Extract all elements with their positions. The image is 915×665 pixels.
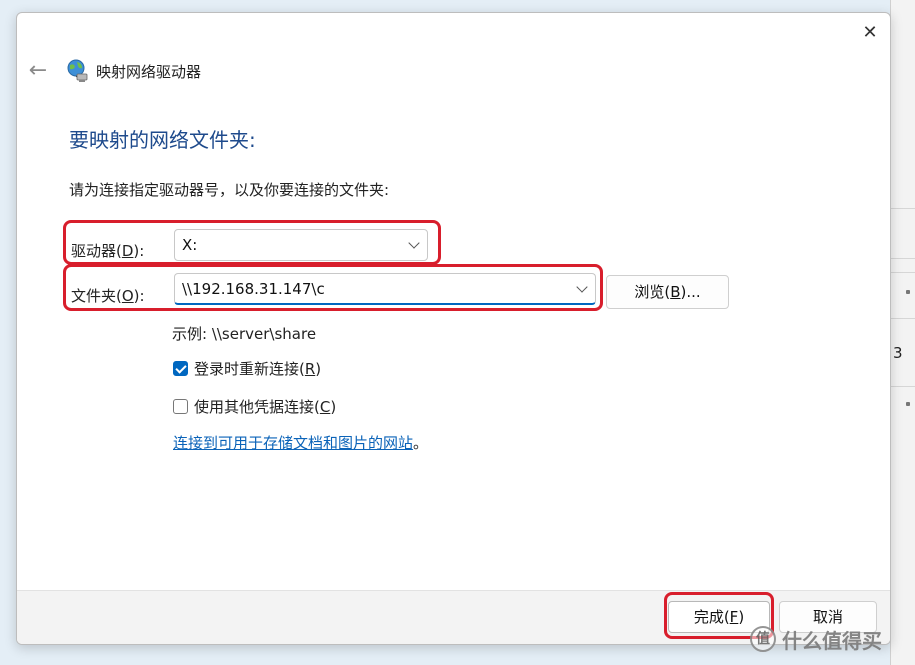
folder-label-key: O xyxy=(121,287,134,305)
background-window-edge: 3 xyxy=(890,0,915,665)
credentials-label: 使用其他凭据连接(C) xyxy=(194,396,336,417)
folder-label: 文件夹(O): xyxy=(71,285,145,306)
credentials-label-suffix: ) xyxy=(330,397,337,416)
link-tail: 。 xyxy=(413,434,429,452)
drive-label-suffix: ): xyxy=(133,242,145,260)
map-network-drive-dialog: ✕ ← 映射网络驱动器 要映射的网络文件夹: 请为连接指定驱动器号，以及你要连接… xyxy=(16,12,891,645)
different-credentials-checkbox[interactable]: 使用其他凭据连接(C) xyxy=(173,395,336,417)
finish-label-prefix: 完成( xyxy=(693,608,730,626)
reconnect-label: 登录时重新连接(R) xyxy=(194,358,321,379)
watermark-badge-icon: 值 xyxy=(750,626,776,652)
reconnect-at-signin-checkbox[interactable]: 登录时重新连接(R) xyxy=(173,357,321,379)
credentials-label-key: C xyxy=(319,397,331,416)
background-divider xyxy=(891,208,915,209)
reconnect-label-key: R xyxy=(304,359,316,378)
connect-to-website-link[interactable]: 连接到可用于存储文档和图片的网站 xyxy=(173,434,413,452)
background-divider xyxy=(891,272,915,273)
website-link-row: 连接到可用于存储文档和图片的网站。 xyxy=(173,432,428,453)
watermark: 值 什么值得买 xyxy=(750,624,882,654)
folder-path-value[interactable]: \\192.168.31.147\c xyxy=(182,280,325,298)
network-drive-icon xyxy=(67,59,88,82)
finish-label-suffix: ) xyxy=(738,608,745,626)
watermark-text: 什么值得买 xyxy=(782,628,882,653)
back-arrow-icon: ← xyxy=(28,58,48,83)
browse-button[interactable]: 浏览(B)... xyxy=(606,275,729,309)
folder-label-suffix: ): xyxy=(133,287,145,305)
browse-label-suffix: )... xyxy=(680,283,701,301)
example-text: 示例: \\server\share xyxy=(172,325,317,343)
background-marker xyxy=(906,290,910,294)
instruction-text: 请为连接指定驱动器号，以及你要连接的文件夹: xyxy=(69,181,390,199)
chevron-down-icon[interactable] xyxy=(576,280,588,293)
reconnect-label-suffix: ) xyxy=(315,359,322,378)
browse-label-prefix: 浏览( xyxy=(634,283,671,301)
credentials-label-prefix: 使用其他凭据连接( xyxy=(194,397,320,416)
checkbox-checked-icon[interactable] xyxy=(173,360,188,376)
reconnect-label-prefix: 登录时重新连接( xyxy=(194,359,305,378)
browse-label-key: B xyxy=(670,283,681,301)
background-divider xyxy=(891,386,915,387)
background-marker xyxy=(906,402,910,406)
background-divider xyxy=(891,318,915,319)
background-divider xyxy=(891,258,915,259)
drive-letter-value: X: xyxy=(182,236,198,254)
page-heading: 要映射的网络文件夹: xyxy=(69,128,256,152)
checkbox-unchecked-icon[interactable] xyxy=(173,398,188,414)
drive-letter-select[interactable]: X: xyxy=(174,229,428,261)
window-title: 映射网络驱动器 xyxy=(96,63,202,81)
drive-label: 驱动器(D): xyxy=(71,240,144,261)
drive-label-key: D xyxy=(121,242,134,260)
folder-path-combobox[interactable]: \\192.168.31.147\c xyxy=(174,273,596,305)
close-icon: ✕ xyxy=(862,22,878,43)
folder-label-prefix: 文件夹( xyxy=(71,287,122,305)
drive-label-prefix: 驱动器( xyxy=(71,242,122,260)
close-button[interactable]: ✕ xyxy=(855,19,885,47)
back-button[interactable]: ← xyxy=(25,59,51,83)
chevron-down-icon xyxy=(408,237,420,249)
background-text: 3 xyxy=(893,344,903,362)
